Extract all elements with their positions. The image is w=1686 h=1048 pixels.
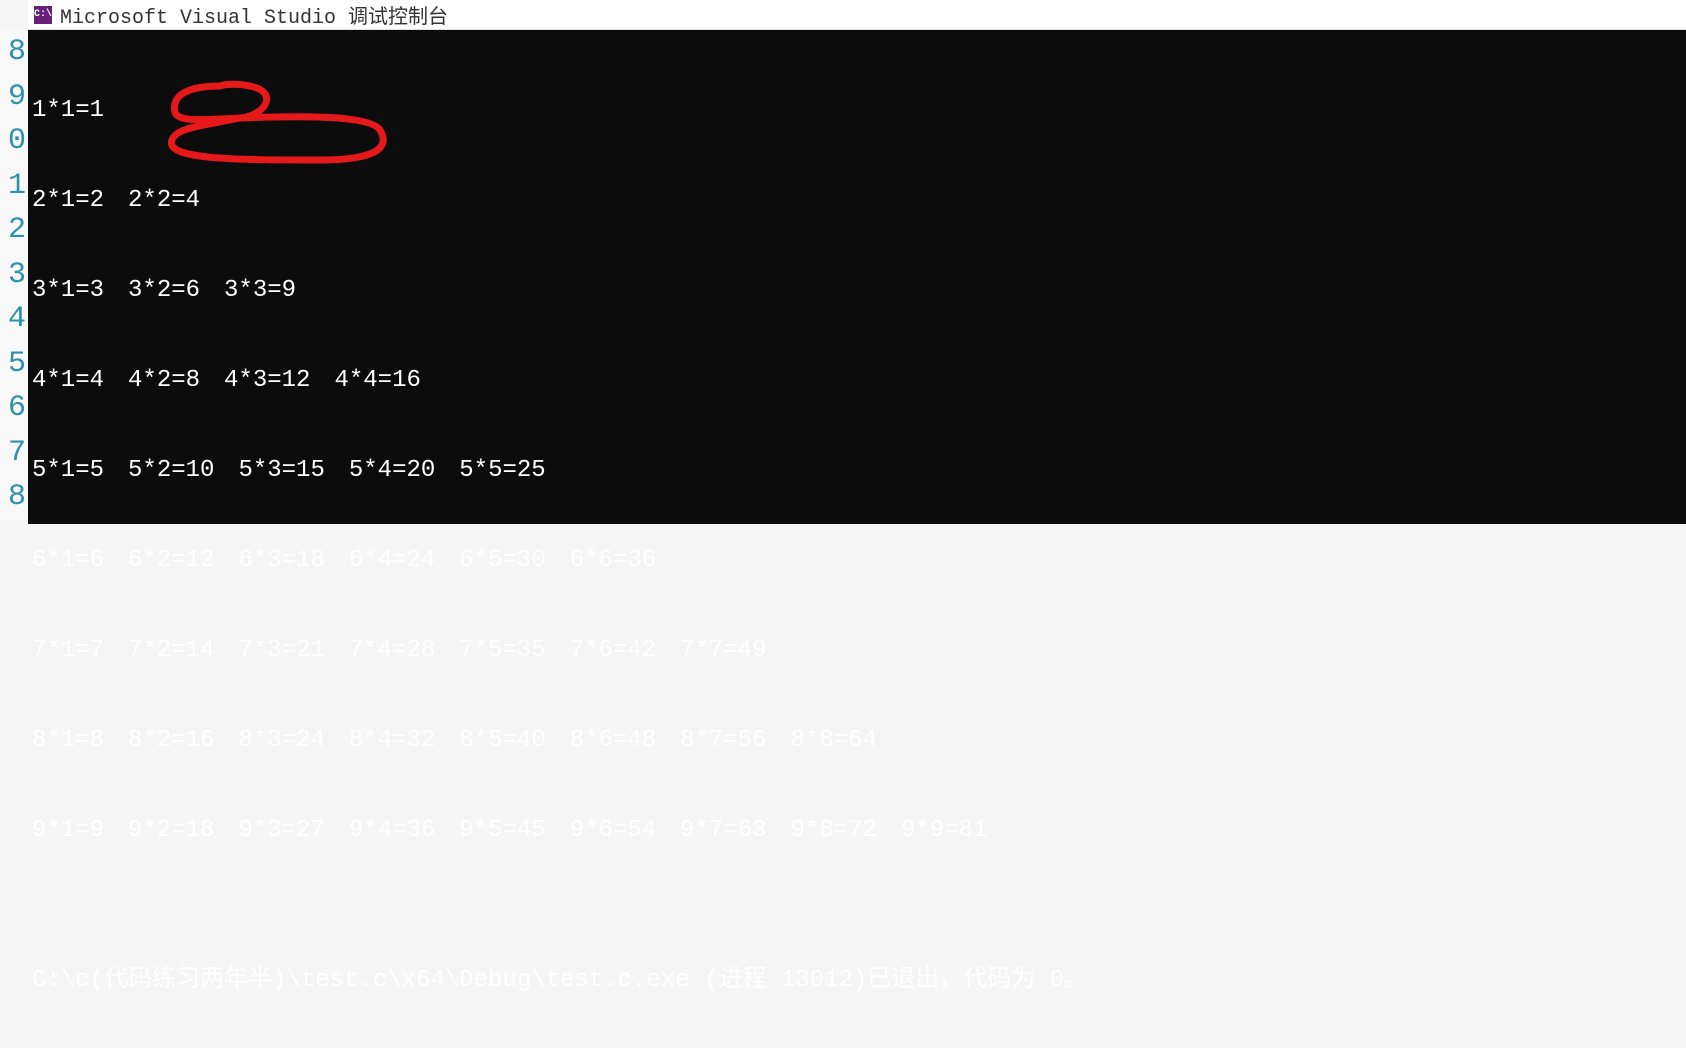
table-cell: 6*5=30 bbox=[459, 546, 569, 576]
table-cell: 5*3=15 bbox=[238, 456, 348, 486]
editor-line-numbers: 8 9 0 1 2 3 4 5 6 7 8 bbox=[0, 30, 28, 520]
table-cell: 6*6=36 bbox=[570, 546, 656, 576]
table-cell: 6*1=6 bbox=[32, 546, 128, 576]
table-row: 3*1=3 3*2=6 3*3=9 bbox=[32, 276, 1682, 306]
table-cell: 8*6=48 bbox=[570, 726, 680, 756]
table-row: 6*1=6 6*2=12 6*3=18 6*4=24 6*5=30 6*6=36 bbox=[32, 546, 1682, 576]
table-cell: 6*4=24 bbox=[349, 546, 459, 576]
line-number: 3 bbox=[0, 253, 26, 298]
table-cell: 2*2=4 bbox=[128, 186, 200, 216]
line-number: 9 bbox=[0, 75, 26, 120]
line-number: 4 bbox=[0, 297, 26, 342]
table-cell: 7*2=14 bbox=[128, 636, 238, 666]
exit-message: C:\c(代码练习两年半)\test.c\x64\Debug\test.c.ex… bbox=[32, 966, 1682, 996]
table-cell: 3*2=6 bbox=[128, 276, 224, 306]
table-cell: 9*7=63 bbox=[680, 816, 790, 846]
table-cell: 8*4=32 bbox=[349, 726, 459, 756]
line-number: 7 bbox=[0, 431, 26, 476]
table-row: 9*1=9 9*2=18 9*3=27 9*4=36 9*5=45 9*6=54… bbox=[32, 816, 1682, 846]
table-cell: 9*8=72 bbox=[791, 816, 901, 846]
table-cell: 7*1=7 bbox=[32, 636, 128, 666]
line-number: 1 bbox=[0, 164, 26, 209]
console-output[interactable]: 1*1=1 2*1=2 2*2=4 3*1=3 3*2=6 3*3=9 4*1=… bbox=[28, 30, 1686, 524]
line-number: 0 bbox=[0, 119, 26, 164]
table-cell: 9*1=9 bbox=[32, 816, 128, 846]
table-row: 5*1=5 5*2=10 5*3=15 5*4=20 5*5=25 bbox=[32, 456, 1682, 486]
table-cell: 2*1=2 bbox=[32, 186, 128, 216]
app-icon: C:\ bbox=[34, 6, 52, 24]
line-number: 2 bbox=[0, 208, 26, 253]
table-cell: 9*3=27 bbox=[238, 816, 348, 846]
table-cell: 7*7=49 bbox=[680, 636, 766, 666]
table-cell: 5*4=20 bbox=[349, 456, 459, 486]
table-cell: 4*1=4 bbox=[32, 366, 128, 396]
table-cell: 9*4=36 bbox=[349, 816, 459, 846]
table-row: 1*1=1 bbox=[32, 96, 1682, 126]
table-cell: 8*8=64 bbox=[791, 726, 877, 756]
table-cell: 7*5=35 bbox=[459, 636, 569, 666]
window-titlebar[interactable]: C:\ Microsoft Visual Studio 调试控制台 bbox=[28, 0, 1686, 30]
table-cell: 5*5=25 bbox=[459, 456, 545, 486]
table-cell: 5*2=10 bbox=[128, 456, 238, 486]
table-cell: 4*3=12 bbox=[224, 366, 334, 396]
line-number: 5 bbox=[0, 342, 26, 387]
table-cell: 7*4=28 bbox=[349, 636, 459, 666]
table-cell: 1*1=1 bbox=[32, 96, 104, 126]
table-cell: 9*2=18 bbox=[128, 816, 238, 846]
table-cell: 8*1=8 bbox=[32, 726, 128, 756]
table-row: 7*1=7 7*2=14 7*3=21 7*4=28 7*5=35 7*6=42… bbox=[32, 636, 1682, 666]
table-cell: 7*6=42 bbox=[570, 636, 680, 666]
table-cell: 4*2=8 bbox=[128, 366, 224, 396]
table-cell: 3*1=3 bbox=[32, 276, 128, 306]
table-cell: 6*3=18 bbox=[238, 546, 348, 576]
table-row: 2*1=2 2*2=4 bbox=[32, 186, 1682, 216]
table-cell: 9*6=54 bbox=[570, 816, 680, 846]
table-cell: 3*3=9 bbox=[224, 276, 296, 306]
table-cell: 8*7=56 bbox=[680, 726, 790, 756]
window-title: Microsoft Visual Studio 调试控制台 bbox=[60, 0, 448, 30]
line-number: 8 bbox=[0, 30, 26, 75]
line-number: 6 bbox=[0, 386, 26, 431]
table-row: 8*1=8 8*2=16 8*3=24 8*4=32 8*5=40 8*6=48… bbox=[32, 726, 1682, 756]
table-cell: 8*2=16 bbox=[128, 726, 238, 756]
table-cell: 6*2=12 bbox=[128, 546, 238, 576]
table-cell: 4*4=16 bbox=[334, 366, 420, 396]
line-number: 8 bbox=[0, 475, 26, 520]
table-cell: 8*3=24 bbox=[238, 726, 348, 756]
table-cell: 7*3=21 bbox=[238, 636, 348, 666]
table-cell: 9*5=45 bbox=[459, 816, 569, 846]
table-cell: 9*9=81 bbox=[901, 816, 987, 846]
table-cell: 5*1=5 bbox=[32, 456, 128, 486]
table-row: 4*1=4 4*2=8 4*3=12 4*4=16 bbox=[32, 366, 1682, 396]
table-cell: 8*5=40 bbox=[459, 726, 569, 756]
